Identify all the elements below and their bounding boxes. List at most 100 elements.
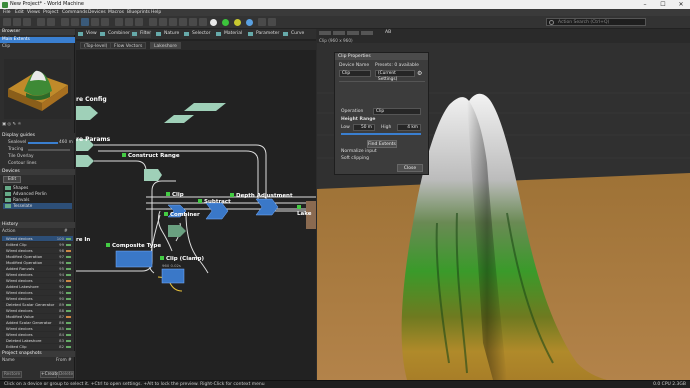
viewport-color-icon[interactable] [347,31,359,35]
selector-tab-icon [184,32,189,36]
group-icon[interactable] [115,18,123,26]
redo-icon[interactable] [47,18,55,26]
breadcrumb-lakeshore[interactable]: Lakeshore [150,42,181,49]
tab-filter[interactable]: Filter [130,30,152,38]
viewport-ab-toggle[interactable]: AB [385,30,391,35]
maximize-button[interactable]: ☐ [654,0,672,9]
restore-button[interactable]: Restore [2,371,22,378]
link-icon[interactable] [125,18,133,26]
low-value-field[interactable]: 50 m [353,124,375,131]
history-status-icon [66,286,71,288]
node-label-composite-type[interactable]: Composite Type [106,243,161,249]
presets-select[interactable]: (Current Settings) [375,70,415,82]
menu-blueprints[interactable]: Blueprints [127,10,150,15]
main-extents-item[interactable]: Main Extents [0,37,75,43]
close-window-button[interactable]: ✕ [672,0,690,9]
tab-nature[interactable]: Nature [154,30,179,38]
menu-file[interactable]: File [3,10,11,15]
operation-select[interactable]: Clip [373,108,421,115]
hand-icon[interactable] [91,18,99,26]
menu-views[interactable]: Views [27,10,40,15]
snap-icon[interactable] [179,18,187,26]
terrain-thumbnail[interactable] [4,59,71,119]
soft-clipping-checkbox[interactable]: Soft clipping [341,156,369,161]
node-label-combiner[interactable]: Combiner [164,212,200,218]
tab-material[interactable]: Material [214,30,242,38]
menu-commands[interactable]: Commands [62,10,87,15]
minimize-button[interactable]: – [636,0,654,9]
viewport-wire-icon[interactable] [333,31,345,35]
device-name-field[interactable]: Clip [339,70,371,77]
delete-snapshot-button[interactable]: Delete [58,371,74,378]
grid-icon[interactable] [61,18,69,26]
cursor-icon[interactable] [81,18,89,26]
menu-help[interactable]: Help [151,10,161,15]
history-col-num: # [64,229,68,234]
gear-icon[interactable]: ⚙ [417,70,425,77]
yellow-ball-icon[interactable] [234,18,241,26]
menu-edit[interactable]: Edit [15,10,24,15]
material-tab-icon [216,32,221,36]
save-icon[interactable] [23,18,31,26]
export-icon[interactable] [268,18,276,26]
node-label-subtract[interactable]: Subtract [198,199,231,205]
mirror-icon[interactable] [199,18,207,26]
find-extents-button[interactable]: Find Extents [367,140,397,148]
node-label-bottom-left[interactable]: re In [76,237,90,243]
tab-combiner[interactable]: Combiner [98,30,130,38]
floating-node-shape [184,103,226,111]
operation-label: Operation [341,109,364,114]
node-label-depth-adjustment[interactable]: Depth Adjustment [230,193,293,199]
viewport-mode-icon[interactable] [319,31,331,35]
history-status-icon [66,244,71,246]
blue-ball-icon[interactable] [246,18,253,26]
green-ball-icon[interactable] [222,18,229,26]
tile-overlay-label[interactable]: Tile Overlay [8,154,34,159]
tracing-slider[interactable] [28,149,70,151]
device-label: Ranvals [13,197,30,202]
node-label-clip[interactable]: Clip [166,192,184,198]
breadcrumb-top-level[interactable]: (Top-level) [80,42,112,49]
device-item[interactable]: Tesselate [3,203,72,209]
frame-icon[interactable] [135,18,143,26]
devices-edit-button[interactable]: Edit [3,176,21,183]
open-icon[interactable] [13,18,21,26]
route-icon[interactable] [169,18,177,26]
tab-label: Selector [192,31,211,36]
align-icon[interactable] [149,18,157,26]
build-icon[interactable] [258,18,266,26]
tab-selector[interactable]: Selector [182,30,211,38]
node-label-lake[interactable]: Lake [297,205,316,217]
undo-icon[interactable] [37,18,45,26]
action-search-input[interactable]: Action Search (Ctrl+Q) [546,18,646,26]
tab-curve[interactable]: Curve [281,30,304,38]
history-list: Wired devices 100 Edited Clip 99 Wired devic… [2,236,73,356]
contour-lines-label[interactable]: Contour lines [8,161,37,166]
layout-icon[interactable] [71,18,79,26]
device-name-label: Device Name [339,63,370,68]
tab-view[interactable]: View [76,30,97,38]
node-label-construct-range[interactable]: Construct Range [122,153,180,159]
menu-project[interactable]: Project [43,10,58,15]
high-value-field[interactable]: 4 km [397,124,421,131]
construct-range-node [144,169,162,181]
breadcrumb-flow-vectors[interactable]: Flow Vectors [110,42,147,49]
device-graph-panel[interactable]: View Combiner Filter Nature Selector Mat… [76,29,316,380]
new-icon[interactable] [3,18,11,26]
create-snapshot-button[interactable]: +Create [40,371,59,378]
menu-devices[interactable]: Devices [88,10,106,15]
close-dialog-button[interactable]: Close [397,164,423,172]
normalize-input-checkbox[interactable]: Normalize input [341,149,377,154]
node-label-world-params[interactable]: re Params [76,136,110,143]
menu-macros[interactable]: Macros [108,10,124,15]
distribute-icon[interactable] [159,18,167,26]
tab-parameter[interactable]: Parameter [246,30,279,38]
wire-icon[interactable] [189,18,197,26]
viewport-light-icon[interactable] [361,31,373,35]
node-label-clip-clamp[interactable]: Clip (Clamp) [160,256,204,262]
height-range-slider[interactable] [341,133,421,135]
white-ball-icon[interactable] [210,18,217,26]
sealevel-slider[interactable] [28,142,58,144]
zoom-icon[interactable] [101,18,109,26]
node-label-project-config[interactable]: re Config [76,96,107,103]
